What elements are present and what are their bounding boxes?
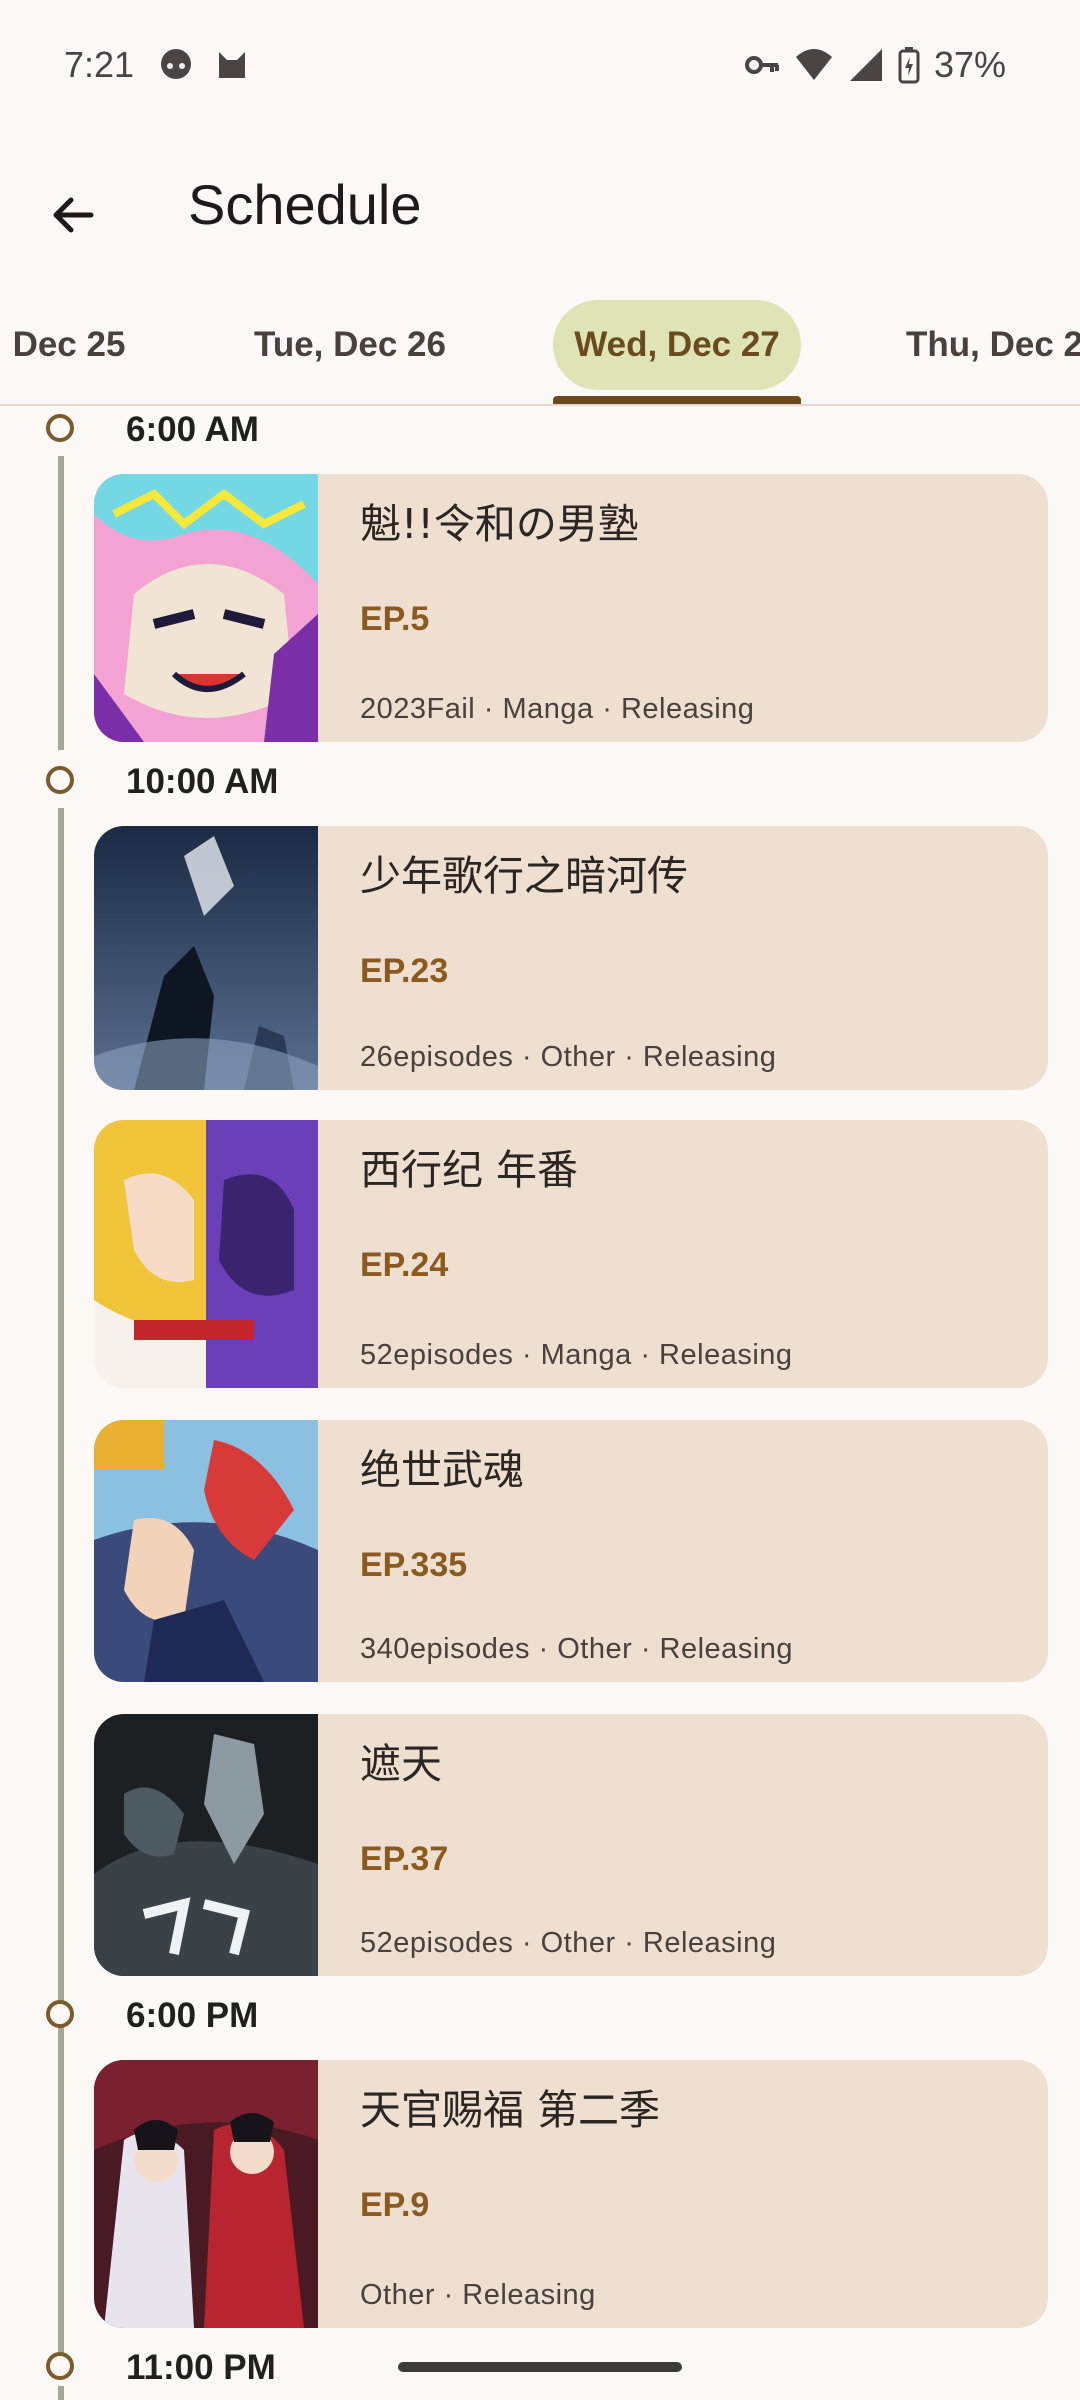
notification-icons (158, 46, 250, 82)
app-bar: Schedule (0, 150, 1080, 260)
timeline-line (58, 456, 64, 750)
cover-image (94, 474, 318, 742)
schedule-timeline: 6:00 AM 魁!!令和の男塾 EP.5 2023Fail · Manga ·… (0, 404, 1080, 2400)
vpn-key-icon (744, 56, 779, 74)
time-label: 10:00 AM (126, 762, 279, 801)
schedule-card[interactable]: 绝世武魂 EP.335 340episodes · Other · Releas… (94, 1420, 1048, 1682)
anime-title: 魁!!令和の男塾 (360, 500, 639, 548)
time-label: 6:00 PM (126, 1996, 259, 2035)
tab-dec-25[interactable]: Dec 25 (0, 300, 144, 390)
anime-meta: 26episodes · Other · Releasing (360, 1041, 777, 1073)
signal-icon (849, 49, 882, 81)
anime-title: 少年歌行之暗河传 (360, 852, 688, 900)
battery-icon (898, 47, 920, 84)
schedule-card[interactable]: 西行纪 年番 EP.24 52episodes · Manga · Releas… (94, 1120, 1048, 1388)
time-label: 6:00 AM (126, 410, 259, 449)
schedule-card[interactable]: 天官赐福 第二季 EP.9 Other · Releasing (94, 2060, 1048, 2328)
schedule-card[interactable]: 遮天 EP.37 52episodes · Other · Releasing (94, 1714, 1048, 1976)
tab-wed-dec-27[interactable]: Wed, Dec 27 (553, 300, 801, 390)
anime-title: 遮天 (360, 1740, 442, 1788)
episode-number: EP.5 (360, 600, 430, 638)
episode-number: EP.9 (360, 2186, 430, 2224)
anime-title: 西行纪 年番 (360, 1146, 579, 1194)
episode-number: EP.24 (360, 1246, 449, 1284)
anime-meta: 52episodes · Manga · Releasing (360, 1339, 793, 1371)
wifi-icon (795, 49, 832, 80)
back-button[interactable] (28, 170, 118, 260)
cover-image (94, 1120, 318, 1388)
battery-percentage: 37% (933, 44, 1006, 85)
anime-title: 绝世武魂 (360, 1446, 524, 1494)
cover-image (94, 1714, 318, 1976)
episode-number: EP.23 (360, 952, 449, 990)
status-right: 37% (744, 44, 1006, 86)
timeline-line (58, 2042, 64, 2332)
day-tabs: Dec 25 Tue, Dec 26 Wed, Dec 27 Thu, Dec … (0, 290, 1080, 406)
cover-image (94, 826, 318, 1090)
gesture-nav-handle[interactable] (398, 2362, 682, 2372)
tab-tue-dec-26[interactable]: Tue, Dec 26 (232, 300, 468, 390)
timeline-line (58, 2386, 64, 2400)
cover-image (94, 2060, 318, 2328)
face-notification-icon (161, 49, 191, 79)
status-bar: 7:21 37% (0, 0, 1080, 130)
anime-meta: 52episodes · Other · Releasing (360, 1927, 777, 1959)
anime-meta: 340episodes · Other · Releasing (360, 1633, 794, 1665)
timeline-dot (46, 766, 74, 794)
cat-notification-icon (219, 52, 245, 78)
selected-tab-indicator (553, 396, 801, 404)
episode-number: EP.335 (360, 1546, 468, 1584)
tab-thu-dec-28[interactable]: Thu, Dec 2 (900, 300, 1080, 390)
timeline-dot (46, 2000, 74, 2028)
status-time: 7:21 (64, 44, 135, 85)
arrow-left-icon (53, 197, 94, 233)
schedule-card[interactable]: 少年歌行之暗河传 EP.23 26episodes · Other · Rele… (94, 826, 1048, 1090)
page-title: Schedule (188, 173, 422, 236)
cover-image (94, 1420, 318, 1682)
anime-meta: 2023Fail · Manga · Releasing (360, 693, 755, 725)
anime-meta: Other · Releasing (360, 2279, 596, 2311)
timeline-dot (46, 414, 74, 442)
schedule-card[interactable]: 魁!!令和の男塾 EP.5 2023Fail · Manga · Releasi… (94, 474, 1048, 742)
anime-title: 天官赐福 第二季 (360, 2086, 661, 2134)
timeline-dot (46, 2352, 74, 2380)
episode-number: EP.37 (360, 1840, 449, 1878)
time-label: 11:00 PM (126, 2348, 276, 2387)
